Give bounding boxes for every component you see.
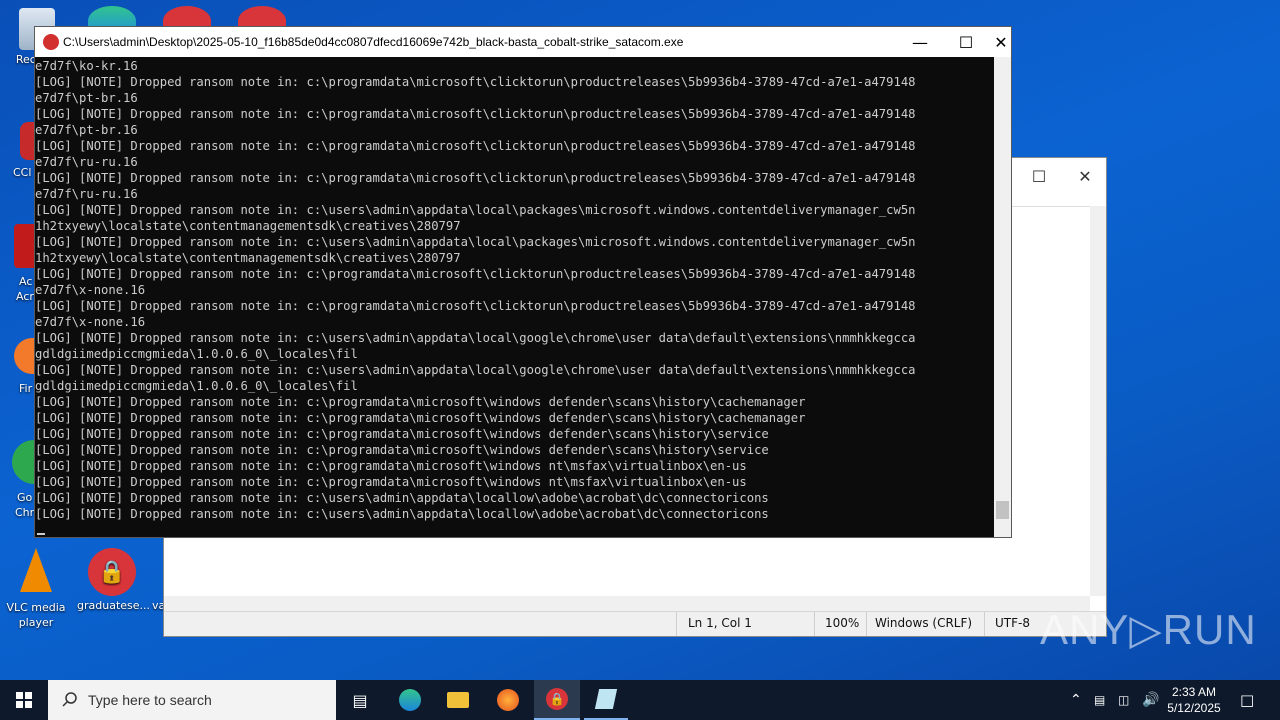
text-cursor <box>37 533 45 535</box>
console-line: [LOG] [NOTE] Dropped ransom note in: c:\… <box>35 427 769 441</box>
volume-icon[interactable]: 🔊 <box>1142 680 1159 720</box>
console-line: [LOG] [NOTE] Dropped ransom note in: c:\… <box>35 411 806 425</box>
console-line: [LOG] [NOTE] Dropped ransom note in: c:\… <box>35 267 916 281</box>
console-line: [LOG] [NOTE] Dropped ransom note in: c:\… <box>35 139 916 153</box>
console-line: e7d7f\ru-ru.16 <box>35 187 138 201</box>
show-hidden-icons-button[interactable]: ⌃ <box>1070 680 1082 720</box>
console-line: [LOG] [NOTE] Dropped ransom note in: c:\… <box>35 475 747 489</box>
status-zoom: 100% <box>825 616 860 630</box>
console-line: [LOG] [NOTE] Dropped ransom note in: c:\… <box>35 75 916 89</box>
network-icon[interactable]: ◫ <box>1118 680 1129 720</box>
notifications-icon[interactable]: □ <box>1240 680 1254 720</box>
console-line: [LOG] [NOTE] Dropped ransom note in: c:\… <box>35 235 916 249</box>
clock-date: 5/12/2025 <box>1167 701 1221 715</box>
firefox-taskbar-icon[interactable] <box>486 680 530 720</box>
console-line: [LOG] [NOTE] Dropped ransom note in: c:\… <box>35 107 916 121</box>
vertical-scrollbar[interactable] <box>994 57 1011 537</box>
scrollbar-thumb[interactable] <box>996 501 1009 519</box>
firefox-icon[interactable] <box>14 338 34 374</box>
start-button[interactable] <box>0 680 48 720</box>
desktop-icon-vlc[interactable]: VLC media player <box>1 548 71 630</box>
console-line: 1h2txyewy\localstate\contentmanagementsd… <box>35 251 461 265</box>
partial-label-ac: Ac <box>19 275 33 288</box>
partial-label-go: Go <box>17 491 33 504</box>
status-line-ending: Windows (CRLF) <box>875 616 973 630</box>
console-line: [LOG] [NOTE] Dropped ransom note in: c:\… <box>35 299 916 313</box>
console-line: e7d7f\x-none.16 <box>35 283 146 297</box>
console-line: [LOG] [NOTE] Dropped ransom note in: c:\… <box>35 395 806 409</box>
vlc-cone-icon <box>20 548 52 592</box>
maximize-button[interactable]: ☐ <box>943 27 989 57</box>
anyrun-watermark: ANY▷RUN <box>1040 606 1257 653</box>
partial-label-acr: Acr <box>16 290 34 303</box>
ccleaner-icon[interactable] <box>20 122 34 160</box>
notepad-taskbar-icon[interactable] <box>584 680 628 720</box>
console-window[interactable]: C:\Users\admin\Desktop\2025-05-10_f16b85… <box>34 26 1012 538</box>
clock[interactable]: 2:33 AM 5/12/2025 <box>1164 684 1224 716</box>
console-line: [LOG] [NOTE] Dropped ransom note in: c:\… <box>35 443 769 457</box>
console-line: [LOG] [NOTE] Dropped ransom note in: c:\… <box>35 507 769 521</box>
console-line: [LOG] [NOTE] Dropped ransom note in: c:\… <box>35 331 916 345</box>
partial-label-ccl: CCl <box>13 166 32 179</box>
console-line: gdldgiimedpiccmgmieda\1.0.0.6_0\_locales… <box>35 379 358 393</box>
console-line: [LOG] [NOTE] Dropped ransom note in: c:\… <box>35 491 769 505</box>
windows-logo-icon <box>16 692 32 708</box>
console-line: e7d7f\ru-ru.16 <box>35 155 138 169</box>
search-placeholder: Type here to search <box>88 692 212 708</box>
desktop-icon-label: graduatese... <box>77 599 151 612</box>
lock-icon: 🔒 <box>88 548 136 596</box>
taskbar: Type here to search ▤ 🔒 ⌃ ▤ ◫ 🔊 2:33 AM … <box>0 680 1280 720</box>
close-button[interactable]: ✕ <box>1062 162 1108 190</box>
console-line: e7d7f\pt-br.16 <box>35 123 138 137</box>
console-output: e7d7f\ko-kr.16 [LOG] [NOTE] Dropped ranso… <box>35 58 993 522</box>
horizontal-scrollbar[interactable] <box>164 596 1090 612</box>
window-title: C:\Users\admin\Desktop\2025-05-10_f16b85… <box>63 35 684 49</box>
search-icon <box>62 692 77 707</box>
desktop-icon-label: VLC media player <box>6 601 66 629</box>
console-line: [LOG] [NOTE] Dropped ransom note in: c:\… <box>35 459 747 473</box>
search-box[interactable]: Type here to search <box>48 680 336 720</box>
status-bar: Ln 1, Col 1 100% Windows (CRLF) UTF-8 <box>164 611 1106 636</box>
console-line: gdldgiimedpiccmgmieda\1.0.0.6_0\_locales… <box>35 347 358 361</box>
console-line: 1h2txyewy\localstate\contentmanagementsd… <box>35 219 461 233</box>
console-line: [LOG] [NOTE] Dropped ransom note in: c:\… <box>35 203 916 217</box>
console-titlebar[interactable]: C:\Users\admin\Desktop\2025-05-10_f16b85… <box>35 27 1011 57</box>
maximize-button[interactable]: ☐ <box>1016 162 1062 190</box>
file-explorer-icon[interactable] <box>436 680 480 720</box>
status-position: Ln 1, Col 1 <box>688 616 752 630</box>
acrobat-icon[interactable] <box>14 224 34 268</box>
ransomware-taskbar-icon[interactable]: 🔒 <box>534 680 580 720</box>
minimize-button[interactable]: — <box>897 27 943 57</box>
clock-time: 2:33 AM <box>1171 685 1217 699</box>
task-view-button[interactable]: ▤ <box>336 680 384 720</box>
close-button[interactable]: ✕ <box>989 27 1013 57</box>
lock-icon <box>43 34 59 50</box>
partial-label-chr: Chr <box>15 506 35 519</box>
console-line: e7d7f\ko-kr.16 <box>35 59 138 73</box>
desktop-icon-graduatese[interactable]: 🔒 graduatese... <box>77 548 151 613</box>
console-line: e7d7f\pt-br.16 <box>35 91 138 105</box>
status-encoding: UTF-8 <box>995 616 1030 630</box>
console-line: [LOG] [NOTE] Dropped ransom note in: c:\… <box>35 171 916 185</box>
console-line: e7d7f\x-none.16 <box>35 315 146 329</box>
edge-taskbar-icon[interactable] <box>388 680 432 720</box>
partial-label-fir: Fir <box>19 382 33 395</box>
security-tray-icon[interactable]: ▤ <box>1094 680 1105 720</box>
console-line: [LOG] [NOTE] Dropped ransom note in: c:\… <box>35 363 916 377</box>
chrome-icon[interactable] <box>12 440 34 484</box>
vertical-scrollbar[interactable] <box>1090 206 1106 596</box>
